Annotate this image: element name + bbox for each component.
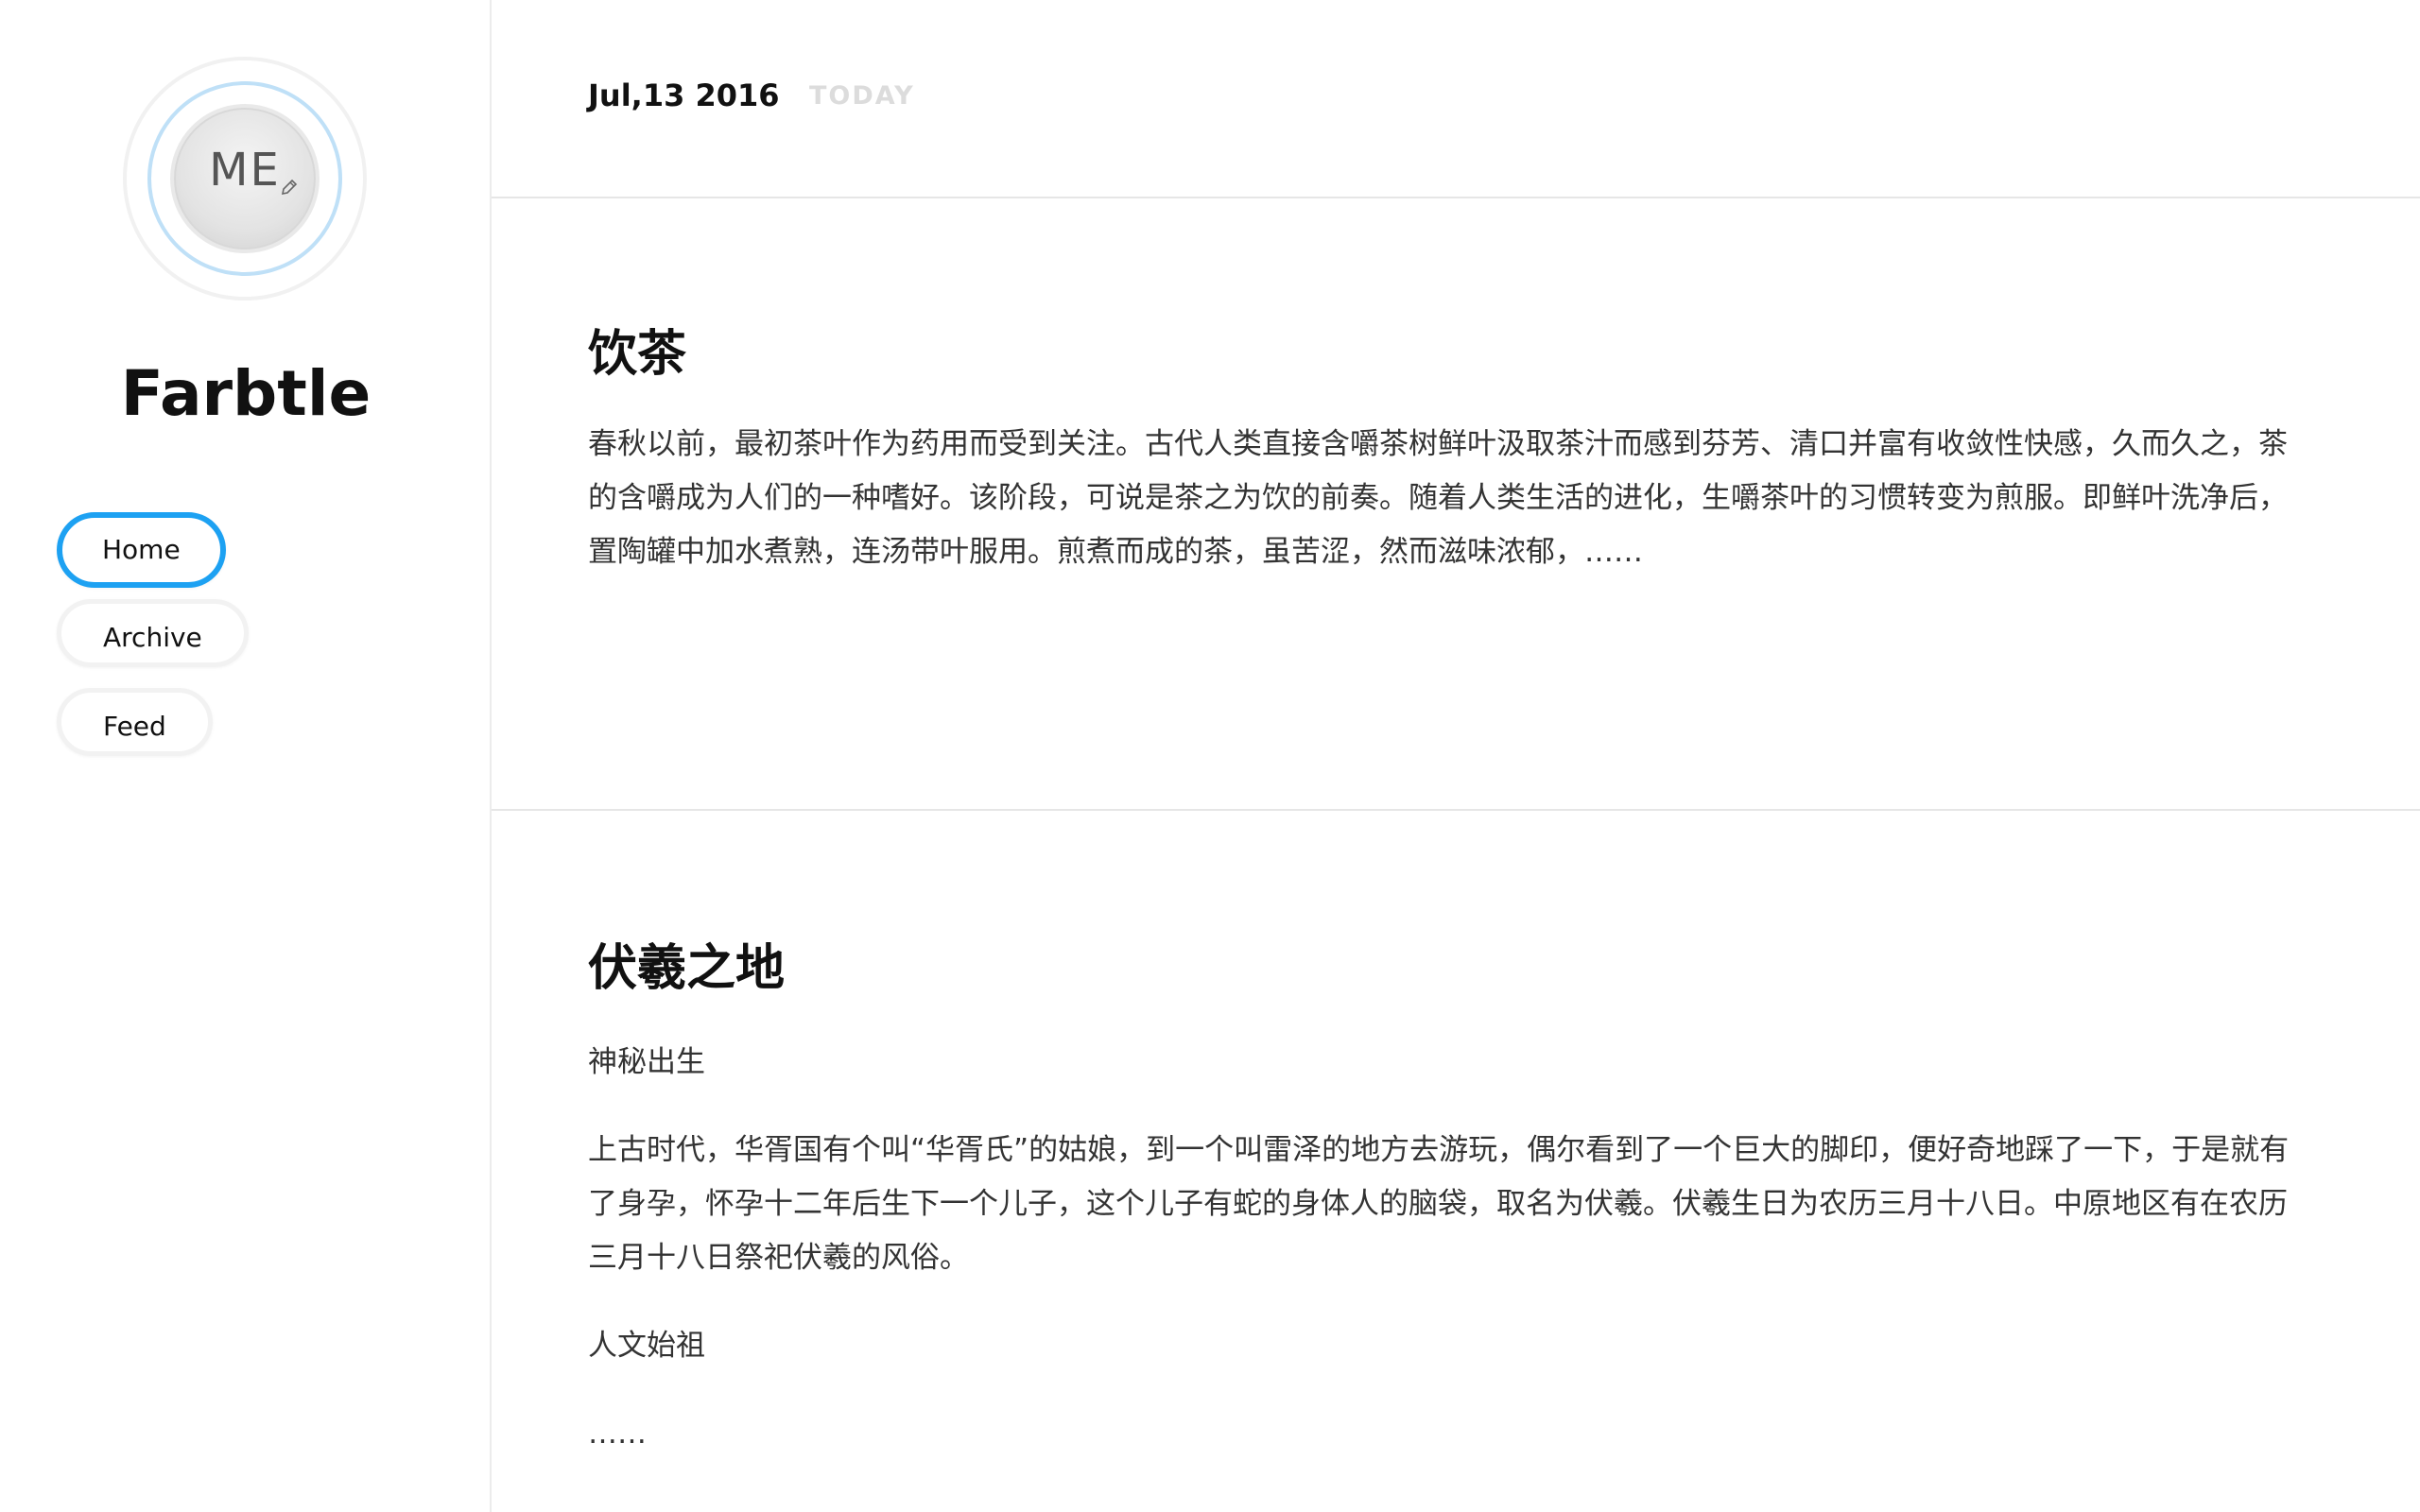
post-excerpt: 春秋以前，最初茶叶作为药用而受到关注。古代人类直接含嚼茶树鲜叶汲取茶汁而感到芬芳… [588, 418, 2290, 579]
post-paragraph: 上古时代，华胥国有个叫“华胥氏”的姑娘，到一个叫雷泽的地方去游玩，偶尔看到了一个… [588, 1133, 2290, 1275]
post-title[interactable]: 饮茶 [588, 314, 686, 385]
post-subheading: 神秘出生 [588, 1045, 705, 1079]
today-label: TODAY [809, 81, 915, 111]
post-title[interactable]: 伏羲之地 [588, 928, 785, 999]
date-label: Jul,13 2016 [588, 77, 780, 113]
post-ellipsis: …… [588, 1417, 647, 1451]
nav-home[interactable]: Home [57, 512, 226, 588]
avatar[interactable]: ME [170, 104, 320, 253]
post-paragraph: 春秋以前，最初茶叶作为药用而受到关注。古代人类直接含嚼茶树鲜叶汲取茶汁而感到芬芳… [588, 427, 2288, 569]
date-header: Jul,13 2016 TODAY [492, 0, 2420, 198]
post-excerpt: 神秘出生 上古时代，华胥国有个叫“华胥氏”的姑娘，到一个叫雷泽的地方去游玩，偶尔… [588, 1036, 2290, 1461]
nav-feed[interactable]: Feed [57, 688, 213, 756]
sidebar: ME Farbtle Home Archive Feed [0, 0, 492, 1512]
main-content: Jul,13 2016 TODAY 饮茶 春秋以前，最初茶叶作为药用而受到关注。… [492, 0, 2420, 1512]
nav-archive[interactable]: Archive [57, 599, 249, 667]
post-card: 伏羲之地 神秘出生 上古时代，华胥国有个叫“华胥氏”的姑娘，到一个叫雷泽的地方去… [492, 811, 2420, 1512]
main-nav: Home Archive Feed [57, 512, 249, 777]
pencil-icon [281, 179, 298, 196]
post-card: 饮茶 春秋以前，最初茶叶作为药用而受到关注。古代人类直接含嚼茶树鲜叶汲取茶汁而感… [492, 198, 2420, 811]
post-subheading: 人文始祖 [588, 1329, 705, 1363]
site-title[interactable]: Farbtle [0, 357, 492, 430]
avatar-halo: ME [123, 57, 367, 301]
